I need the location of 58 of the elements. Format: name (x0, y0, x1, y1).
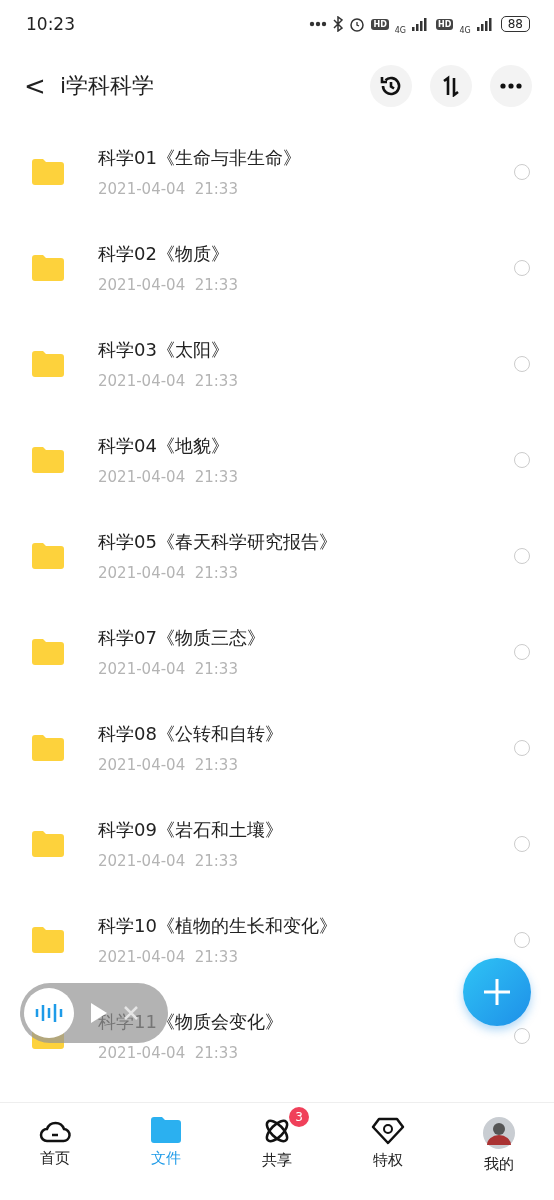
avatar-icon (482, 1117, 515, 1149)
file-date: 2021-04-04 21:33 (98, 372, 239, 390)
atom-icon (263, 1117, 291, 1145)
folder-icon (32, 159, 64, 185)
network-label: 4G (459, 25, 471, 35)
folder-icon (151, 1117, 182, 1143)
file-name[interactable]: 科学03《太阳》 (98, 338, 229, 362)
file-name[interactable]: 科学05《春天科学研究报告》 (98, 530, 337, 554)
file-date: 2021-04-04 21:33 (98, 276, 239, 294)
file-date: 2021-04-04 21:33 (98, 756, 239, 774)
folder-icon (32, 543, 64, 569)
notification-badge: 3 (289, 1107, 309, 1127)
folder-icon (32, 255, 64, 281)
folder-icon (32, 447, 64, 473)
nav-tab[interactable]: 特权 (332, 1103, 444, 1200)
file-name[interactable]: 科学07《物质三态》 (98, 626, 265, 650)
plus-icon (483, 978, 511, 1006)
folder-icon (32, 735, 64, 761)
sort-button[interactable] (430, 65, 472, 107)
hd-label: HD (436, 18, 454, 30)
battery-level: 88 (500, 16, 530, 32)
file-date: 2021-04-04 21:33 (98, 1044, 239, 1062)
folder-icon (32, 927, 64, 953)
waveform-icon (35, 1002, 63, 1024)
diamond-icon (370, 1117, 405, 1145)
folder-icon (32, 831, 64, 857)
file-name[interactable]: 科学01《生命与非生命》 (98, 146, 301, 170)
more-button[interactable] (490, 65, 532, 107)
file-name[interactable]: 科学08《公转和自转》 (98, 722, 283, 746)
alarm-icon (349, 16, 366, 32)
add-button[interactable] (463, 958, 531, 1026)
file-name[interactable]: 科学10《植物的生长和变化》 (98, 914, 337, 938)
nav-tab[interactable]: 我的 (443, 1103, 554, 1200)
folder-icon (32, 351, 64, 377)
folder-title: i学科科学 (60, 72, 156, 100)
file-date: 2021-04-04 21:33 (98, 468, 239, 486)
file-date: 2021-04-04 21:33 (98, 564, 239, 582)
nav-tab[interactable]: 共享 3 (221, 1103, 333, 1200)
history-icon (379, 74, 403, 98)
more-icon (500, 83, 522, 89)
file-name[interactable]: 科学02《物质》 (98, 242, 229, 266)
file-date: 2021-04-04 21:33 (98, 852, 239, 870)
more-dots-icon (309, 21, 328, 27)
hd-label: HD (371, 18, 389, 30)
back-button[interactable]: < (24, 71, 60, 101)
file-name[interactable]: 科学04《地貌》 (98, 434, 229, 458)
bluetooth-icon (333, 16, 344, 32)
status-time: 10:23 (26, 14, 75, 34)
file-name[interactable]: 科学09《岩石和土壤》 (98, 818, 283, 842)
folder-icon (32, 639, 64, 665)
audio-button[interactable] (24, 988, 74, 1038)
signal-icon (476, 17, 495, 31)
file-date: 2021-04-04 21:33 (98, 660, 239, 678)
history-button[interactable] (370, 65, 412, 107)
file-date: 2021-04-04 21:33 (98, 948, 239, 966)
network-label: 4G (394, 25, 407, 35)
file-date: 2021-04-04 21:33 (98, 180, 239, 198)
nav-tab[interactable]: 首页 (0, 1103, 111, 1200)
